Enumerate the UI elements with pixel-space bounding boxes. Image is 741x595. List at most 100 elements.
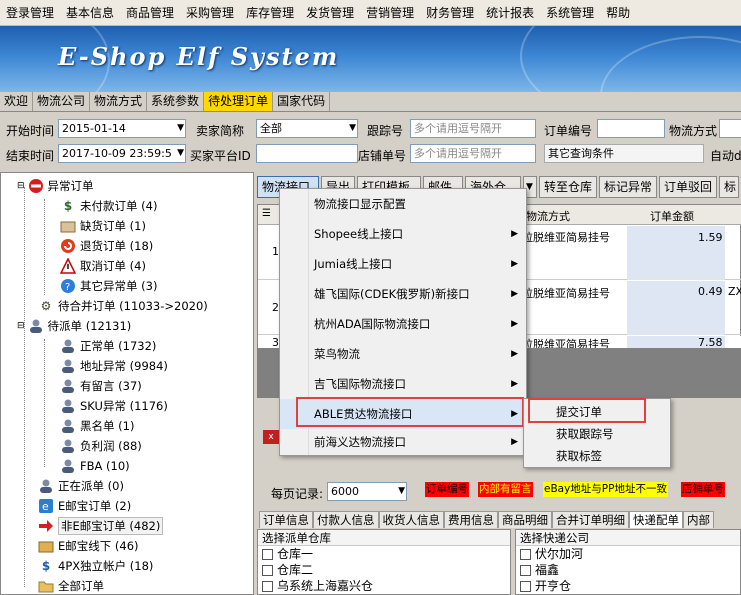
menu-item-jifei[interactable]: 吉飞国际物流接口 ▶ [280,369,526,399]
tree-item-eub-offline[interactable]: E邮宝线下 (46) [37,536,139,556]
grid-header-method[interactable]: 物流方式 [526,208,570,224]
chevron-down-icon[interactable]: ▼ [349,120,356,137]
checkbox[interactable] [520,564,531,576]
tree-item-has-message[interactable]: 有留言 (37) [59,376,142,396]
tab-system-params[interactable]: 系统参数 [147,92,205,111]
tree-item-sku-error[interactable]: SKU异常 (1176) [59,396,168,416]
tree-item-fba[interactable]: FBA (10) [59,456,130,476]
checkbox[interactable] [520,580,531,592]
tree-item-unpaid[interactable]: $ 未付款订单 (4) [59,196,158,216]
menu-marketing[interactable]: 营销管理 [360,4,420,21]
mark-exception-button[interactable]: 标记异常 [599,176,657,198]
tab-logistics-company[interactable]: 物流公司 [33,92,91,111]
tab-internal[interactable]: 内部 [683,511,714,528]
list-item[interactable]: 仓库二 [258,562,510,578]
chevron-down-icon[interactable]: ▼ [398,483,405,500]
tree-item-4px-account[interactable]: $ 4PX独立帐户 (18) [37,556,154,576]
start-time-input[interactable]: 2015-01-14 ▼ [58,119,186,138]
grid-menu-icon[interactable]: ☰ [262,208,271,219]
tree-item-non-eub-orders[interactable]: 非E邮宝订单 (482) [37,516,164,536]
tree-item-eub-orders[interactable]: e E邮宝订单 (2) [37,496,131,516]
get-tracking-item[interactable]: 获取跟踪号 [524,423,670,445]
menu-basic-info[interactable]: 基本信息 [60,4,120,21]
menu-shipping[interactable]: 发货管理 [300,4,360,21]
ship-method-select[interactable] [719,119,741,138]
menu-reports[interactable]: 统计报表 [480,4,540,21]
tree-item-normal[interactable]: 正常单 (1732) [59,336,156,356]
menu-system[interactable]: 系统管理 [540,4,600,21]
question-icon: ? [59,277,77,295]
menu-inventory[interactable]: 库存管理 [240,4,300,21]
list-item[interactable]: 开亨仓 [516,578,740,594]
collapse-icon[interactable]: ⊟ [17,321,25,331]
tab-product-detail[interactable]: 商品明细 [498,511,552,528]
chevron-down-icon[interactable]: ▼ [177,145,184,162]
row-method: 拉脱维亚简易挂号 [522,287,610,300]
menu-item-qianhai[interactable]: 前海义达物流接口 ▶ [280,427,526,457]
get-label-item[interactable]: 获取标签 [524,445,670,467]
tree-item-other-exceptions[interactable]: ? 其它异常单 (3) [59,276,157,296]
tab-courier-assign[interactable]: 快递配单 [629,511,683,528]
mark-button[interactable]: 标 [719,176,739,198]
collapse-icon[interactable]: ⊟ [17,181,25,191]
e-icon: e [37,497,55,515]
menu-login[interactable]: 登录管理 [0,4,60,21]
tree-item-pending-merge[interactable]: ⚙ 待合并订单 (11033->2020) [37,296,208,316]
other-conditions-button[interactable]: 其它查询条件 [544,144,704,163]
tree-item-pending-dispatch[interactable]: ⊟ 待派单 (12131) [17,316,131,336]
tracking-input[interactable]: 多个请用逗号隔开 [410,119,536,138]
end-time-input[interactable]: 2017-10-09 23:59:5 ▼ [58,144,186,163]
tab-order-info[interactable]: 订单信息 [259,511,313,528]
tree-item-blacklist[interactable]: 黑名单 (1) [59,416,134,436]
tab-fee-info[interactable]: 费用信息 [444,511,498,528]
chevron-down-icon[interactable]: ▼ [177,120,184,137]
platform-id-input[interactable] [256,144,358,163]
menu-finance[interactable]: 财务管理 [420,4,480,21]
seller-select[interactable]: 全部 ▼ [256,119,358,138]
warehouse-label: 乌系统上海嘉兴仓 [277,579,374,593]
grid-header-amount[interactable]: 订单金额 [650,208,694,224]
checkbox[interactable] [262,580,273,592]
tree-item-negative-profit[interactable]: 负利润 (88) [59,436,142,456]
reject-order-button[interactable]: 订单驳回 [659,176,717,198]
warehouse-label: 仓库一 [277,547,314,561]
checkbox[interactable] [262,564,273,576]
list-item[interactable]: 仓库一 [258,546,510,562]
menu-help[interactable]: 帮助 [600,4,636,21]
tree-item-returns[interactable]: 退货订单 (18) [59,236,153,256]
checkbox[interactable] [262,548,273,560]
checkbox[interactable] [520,548,531,560]
tree-item-dispatching[interactable]: 正在派单 (0) [37,476,124,496]
menu-item-shopee[interactable]: Shopee线上接口 ▶ [280,219,526,249]
tab-country-codes[interactable]: 国家代码 [273,92,331,111]
close-icon[interactable]: x [263,430,279,444]
tab-payer-info[interactable]: 付款人信息 [313,511,379,528]
menu-item-cainiao[interactable]: 菜鸟物流 ▶ [280,339,526,369]
tab-recipient-info[interactable]: 收货人信息 [378,511,444,528]
move-to-warehouse-button[interactable]: 转至仓库 [539,176,597,198]
menu-product[interactable]: 商品管理 [120,4,180,21]
tree-item-out-of-stock[interactable]: 缺货订单 (1) [59,216,146,236]
menu-item-ada[interactable]: 杭州ADA国际物流接口 ▶ [280,309,526,339]
menu-item-cdek[interactable]: 雄飞国际(CDEK俄罗斯)新接口 ▶ [280,279,526,309]
tab-logistics-method[interactable]: 物流方式 [90,92,148,111]
list-item[interactable]: 伏尔加河 [516,546,740,562]
row-number: 1 [272,245,279,258]
menu-item-display-config[interactable]: 物流接口显示配置 [280,189,526,219]
tab-merged-detail[interactable]: 合并订单明细 [552,511,629,528]
tree-item-all-orders[interactable]: 全部订单 [37,576,104,594]
auto-label: 自动d [710,149,741,163]
tree-item-exception-orders[interactable]: ⊟ 异常订单 [17,176,94,196]
list-item[interactable]: 乌系统上海嘉兴仓 [258,578,510,594]
app-banner: E-Shop Elf System [0,26,741,92]
page-size-select[interactable]: 6000 ▼ [327,482,407,501]
order-no-input[interactable] [597,119,665,138]
tree-item-address-error[interactable]: 地址异常 (9984) [59,356,168,376]
tree-item-cancelled[interactable]: 取消订单 (4) [59,256,146,276]
tab-pending-orders[interactable]: 待处理订单 [204,92,274,111]
list-item[interactable]: 福鑫 [516,562,740,578]
store-no-input[interactable]: 多个请用逗号隔开 [410,144,536,163]
menu-item-jumia[interactable]: Jumia线上接口 ▶ [280,249,526,279]
tab-welcome[interactable]: 欢迎 [0,92,34,111]
menu-purchase[interactable]: 采购管理 [180,4,240,21]
